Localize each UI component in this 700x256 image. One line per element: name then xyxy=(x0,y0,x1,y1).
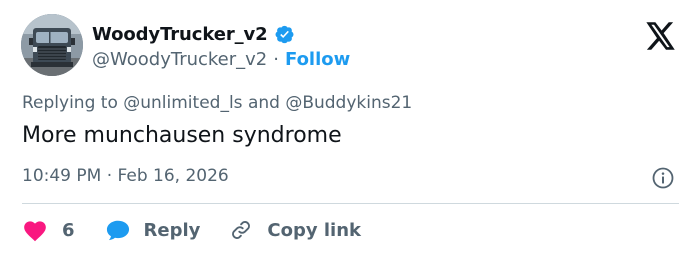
handle-separator: · xyxy=(273,48,279,70)
tweet-text: More munchausen syndrome xyxy=(22,123,342,148)
tweet-date: Feb 16, 2026 xyxy=(117,166,229,186)
copy-link-button[interactable]: Copy link xyxy=(228,218,361,242)
avatar-truck-image xyxy=(21,14,83,76)
replying-user-link[interactable]: @Buddykins21 xyxy=(285,93,412,113)
replying-to-line: Replying to @unlimited_ls and @Buddykins… xyxy=(22,93,412,113)
speech-bubble-icon xyxy=(105,218,131,242)
info-icon[interactable] xyxy=(651,166,675,190)
heart-icon xyxy=(22,218,48,242)
copy-link-label: Copy link xyxy=(267,219,361,241)
avatar[interactable] xyxy=(21,14,83,76)
replying-prefix: Replying to xyxy=(22,93,118,113)
replying-joiner: and xyxy=(247,93,280,113)
author-display-name[interactable]: WoodyTrucker_v2 xyxy=(92,24,268,45)
tweet-time: 10:49 PM xyxy=(22,166,102,186)
author-handle[interactable]: @WoodyTrucker_v2 xyxy=(92,49,267,70)
reply-label: Reply xyxy=(143,219,201,241)
verified-badge-icon xyxy=(274,24,295,45)
like-count: 6 xyxy=(62,219,75,241)
timestamp-separator: · xyxy=(106,166,113,186)
x-logo-icon[interactable] xyxy=(646,22,676,50)
like-button[interactable]: 6 xyxy=(22,218,75,242)
author-name-row: WoodyTrucker_v2 xyxy=(92,21,295,47)
author-handle-row: @WoodyTrucker_v2 · Follow xyxy=(92,47,350,71)
tweet-timestamp[interactable]: 10:49 PM · Feb 16, 2026 xyxy=(22,166,229,186)
follow-button[interactable]: Follow xyxy=(285,49,350,70)
divider xyxy=(22,203,679,204)
action-bar: 6 Reply Copy link xyxy=(22,216,361,244)
replying-user-link[interactable]: @unlimited_ls xyxy=(123,93,242,113)
tweet-embed-card: WoodyTrucker_v2 @WoodyTrucker_v2 · Follo… xyxy=(0,0,700,256)
link-icon xyxy=(228,218,254,242)
reply-button[interactable]: Reply xyxy=(105,218,201,242)
